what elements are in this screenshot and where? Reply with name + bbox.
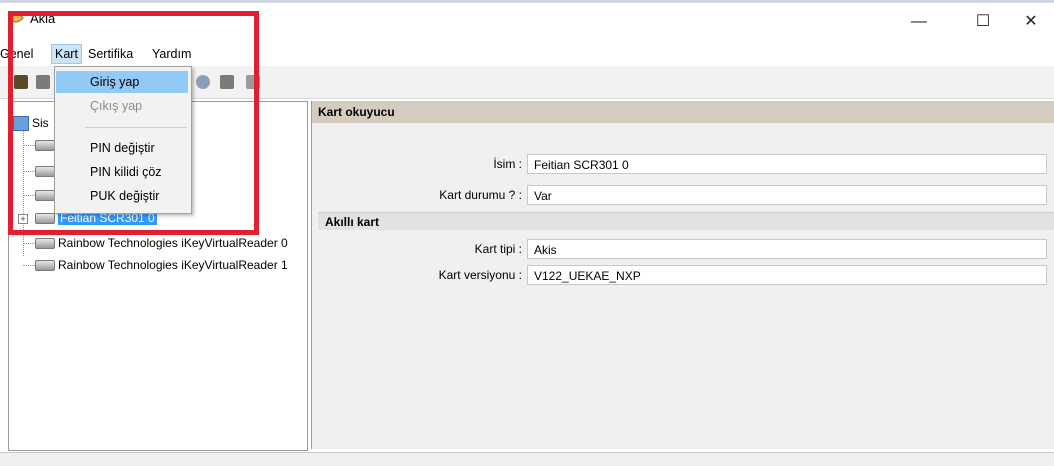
highlight-frame: [8, 11, 259, 235]
status-bar: [0, 452, 1054, 466]
field-value-card-status[interactable]: Var: [527, 185, 1047, 205]
field-value-name[interactable]: Feitian SCR301 0: [527, 154, 1047, 174]
tree-connector: [23, 265, 35, 266]
tree-connector: [23, 243, 35, 244]
field-label-card-type: Kart tipi :: [474, 242, 522, 256]
field-label-name: İsim :: [493, 157, 522, 171]
field-label-card-version: Kart versiyonu :: [438, 268, 522, 282]
minimize-button[interactable]: —: [896, 7, 942, 37]
panel-header: Kart okuyucu: [312, 101, 1054, 123]
close-button[interactable]: ✕: [1008, 7, 1054, 37]
field-value-card-version[interactable]: V122_UEKAE_NXP: [527, 265, 1047, 285]
tree-item[interactable]: Rainbow Technologies iKeyVirtualReader 1: [35, 256, 288, 274]
minimize-icon: —: [911, 13, 927, 30]
card-reader-icon: [35, 238, 55, 250]
close-icon: ✕: [1024, 13, 1038, 30]
field-value-card-type[interactable]: Akis: [527, 239, 1047, 259]
tree-item-label: Rainbow Technologies iKeyVirtualReader 1: [58, 258, 288, 272]
field-label-card-status: Kart durumu ? :: [439, 188, 522, 202]
tree-item-label: Rainbow Technologies iKeyVirtualReader 0: [58, 236, 288, 250]
maximize-button[interactable]: ☐: [960, 7, 1006, 37]
maximize-icon: ☐: [975, 13, 991, 30]
detail-panel: Kart okuyucu İsim : Feitian SCR301 0 Kar…: [311, 101, 1054, 449]
section-header-smart-card: Akıllı kart: [318, 212, 1054, 230]
card-reader-icon: [35, 260, 55, 272]
tree-item[interactable]: Rainbow Technologies iKeyVirtualReader 0: [35, 234, 288, 252]
